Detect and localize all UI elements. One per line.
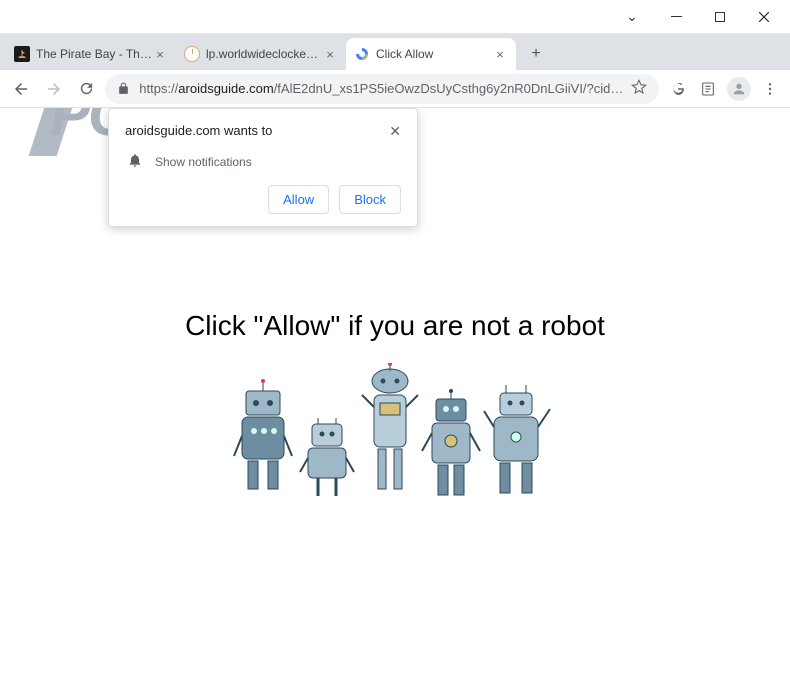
forward-button[interactable] xyxy=(40,74,66,104)
clock-favicon xyxy=(184,46,200,62)
google-shortcut-icon[interactable] xyxy=(665,75,690,103)
lock-icon xyxy=(117,82,131,96)
browser-toolbar: https://aroidsguide.com/fAlE2dnU_xs1PS5i… xyxy=(0,70,790,108)
robots-illustration xyxy=(0,363,790,513)
window-dropdown-icon[interactable]: ⌄ xyxy=(610,3,654,31)
permission-title: aroidsguide.com wants to xyxy=(125,123,272,138)
close-icon[interactable]: ✕ xyxy=(389,123,401,140)
close-icon[interactable]: × xyxy=(152,46,168,62)
tab-pirate-bay[interactable]: The Pirate Bay - The gal… × xyxy=(6,38,176,70)
reader-icon[interactable] xyxy=(696,75,721,103)
tab-click-allow[interactable]: Click Allow × xyxy=(346,38,516,70)
back-button[interactable] xyxy=(8,74,34,104)
window-close-button[interactable] xyxy=(742,3,786,31)
permission-item-label: Show notifications xyxy=(155,155,252,169)
bell-icon xyxy=(127,152,143,171)
window-titlebar: ⌄ xyxy=(0,0,790,34)
tab-strip: The Pirate Bay - The gal… × lp.worldwide… xyxy=(0,34,790,70)
tab-title: lp.worldwideclockextens… xyxy=(206,47,322,61)
url-text: https://aroidsguide.com/fAlE2dnU_xs1PS5i… xyxy=(139,81,623,96)
block-button[interactable]: Block xyxy=(339,185,401,214)
address-bar[interactable]: https://aroidsguide.com/fAlE2dnU_xs1PS5i… xyxy=(105,74,659,104)
window-maximize-button[interactable] xyxy=(698,3,742,31)
pirate-ship-favicon xyxy=(14,46,30,62)
menu-button[interactable] xyxy=(757,75,782,103)
page-content: aroidsguide.com wants to ✕ Show notifica… xyxy=(0,108,790,677)
new-tab-button[interactable]: + xyxy=(522,40,550,68)
window-minimize-button[interactable] xyxy=(654,3,698,31)
allow-button[interactable]: Allow xyxy=(268,185,329,214)
profile-avatar[interactable] xyxy=(727,75,752,103)
close-icon[interactable]: × xyxy=(492,46,508,62)
bookmark-star-icon[interactable] xyxy=(631,79,647,98)
notification-permission-dialog: aroidsguide.com wants to ✕ Show notifica… xyxy=(108,108,418,227)
avatar xyxy=(727,77,751,101)
tab-worldwideclock[interactable]: lp.worldwideclockextens… × xyxy=(176,38,346,70)
recaptcha-favicon xyxy=(354,46,370,62)
close-icon[interactable]: × xyxy=(322,46,338,62)
reload-button[interactable] xyxy=(73,74,99,104)
page-headline: Click "Allow" if you are not a robot xyxy=(0,310,790,342)
tab-title: Click Allow xyxy=(376,47,492,61)
tab-title: The Pirate Bay - The gal… xyxy=(36,47,152,61)
